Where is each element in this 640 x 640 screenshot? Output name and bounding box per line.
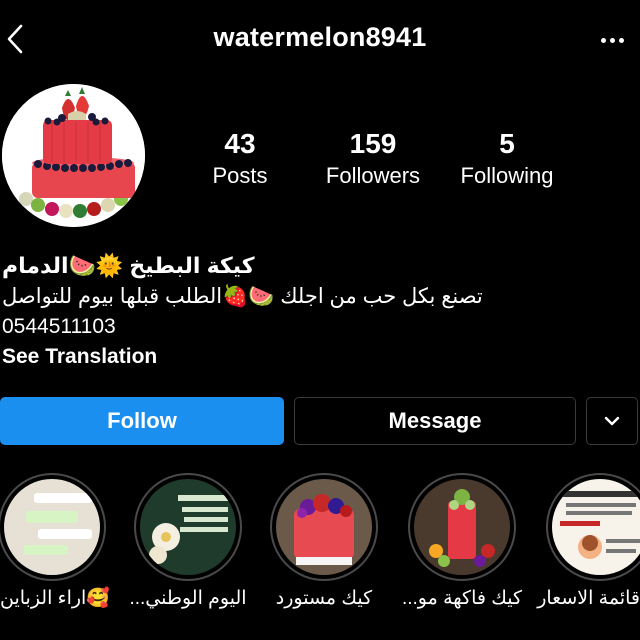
highlight-imported-cake-cover: [276, 479, 372, 575]
highlight-price-list[interactable]: [546, 473, 640, 581]
more-options-button[interactable]: [598, 30, 626, 50]
highlight-label-imported-cake: كيك مستورد: [275, 588, 373, 609]
profile-avatar[interactable]: [2, 84, 145, 227]
watermelon-cake-image: [2, 84, 145, 227]
highlight-fruit-cake-cover: [414, 479, 510, 575]
posts-stat[interactable]: 43 Posts: [165, 128, 315, 191]
posts-count: 43: [224, 128, 256, 159]
posts-label: Posts: [212, 163, 268, 188]
followers-stat[interactable]: 159 Followers: [298, 128, 448, 191]
bio-description: تصنع بكل حب من اجلك 🍉🍓الطلب قبلها بيوم ل…: [2, 285, 483, 308]
highlight-national-day-cover: [140, 479, 236, 575]
highlight-label-reviews: 🥰اراء الزباين: [0, 588, 110, 609]
highlight-national-day[interactable]: [134, 473, 242, 581]
suggested-accounts-button[interactable]: [586, 397, 638, 445]
highlight-label-price-list: قائمة الاسعار: [537, 588, 640, 609]
chevron-down-icon: [604, 416, 620, 426]
following-stat[interactable]: 5 Following: [432, 128, 582, 191]
message-button[interactable]: Message: [294, 397, 576, 445]
profile-bio: كيكة البطيخ 🌞🍉الدمام تصنع بكل حب من اجلك…: [0, 250, 640, 372]
highlight-label-national-day: اليوم الوطني...: [129, 588, 247, 609]
followers-label: Followers: [325, 163, 421, 188]
profile-username: watermelon8941: [213, 22, 427, 52]
following-count: 5: [499, 128, 515, 159]
highlight-fruit-cake[interactable]: [408, 473, 516, 581]
followers-count: 159: [349, 128, 397, 159]
follow-button[interactable]: Follow: [0, 397, 284, 445]
highlight-reviews[interactable]: [0, 473, 106, 581]
bio-phone[interactable]: 0544511103: [2, 312, 638, 342]
following-label: Following: [460, 163, 554, 188]
highlight-reviews-cover: [4, 479, 100, 575]
see-translation-link[interactable]: See Translation: [2, 342, 638, 372]
bio-display-name: كيكة البطيخ 🌞🍉الدمام: [2, 253, 255, 278]
highlight-imported-cake[interactable]: [270, 473, 378, 581]
more-horizontal-icon: [600, 37, 606, 43]
profile-page: watermelon8941 43 Posts 159 Followers 5 …: [0, 0, 640, 640]
highlight-label-fruit-cake: كيك فاكهة مو...: [401, 588, 523, 609]
highlight-price-list-cover: [552, 479, 640, 575]
